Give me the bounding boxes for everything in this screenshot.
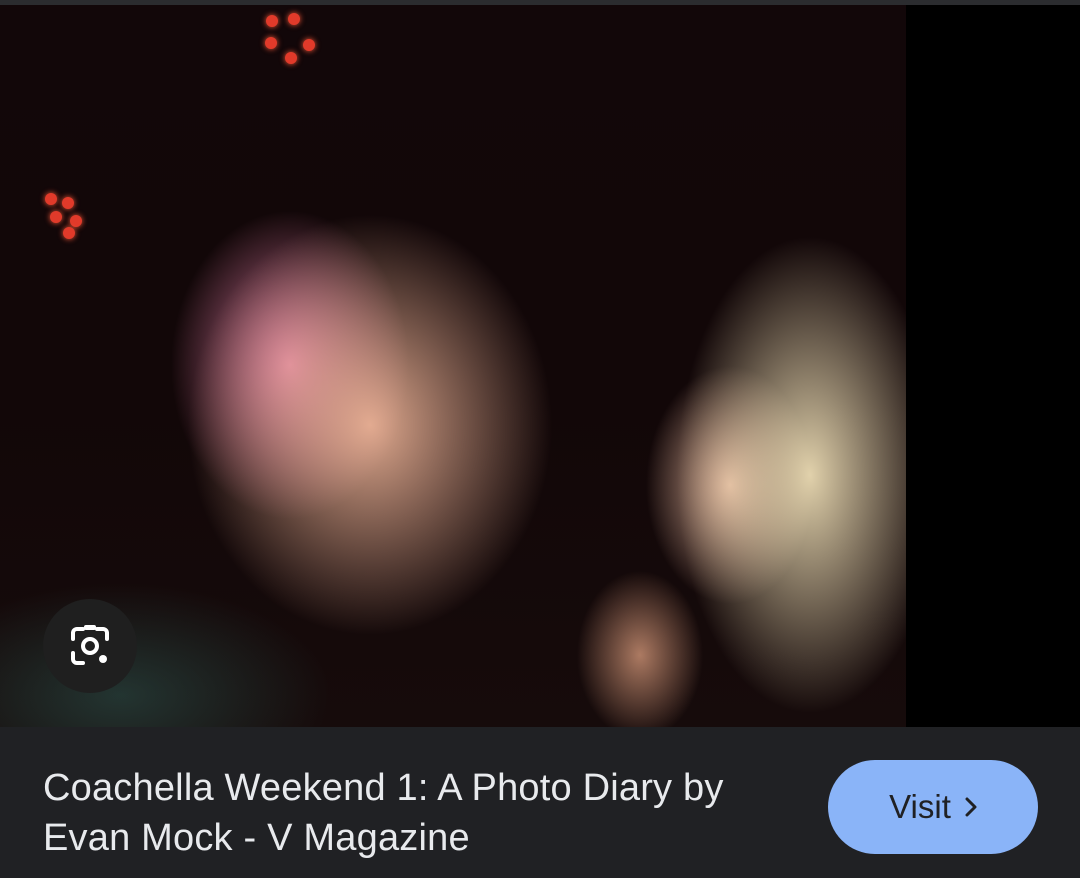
image-result-viewer: Coachella Weekend 1: A Photo Diary by Ev… <box>0 0 1080 878</box>
google-lens-icon <box>71 625 109 665</box>
stage-light <box>285 52 297 64</box>
result-photo[interactable] <box>0 5 906 727</box>
result-title[interactable]: Coachella Weekend 1: A Photo Diary by Ev… <box>43 763 783 863</box>
chevron-right-icon <box>965 797 977 817</box>
stage-light <box>303 39 315 51</box>
visit-button-label: Visit <box>889 788 951 825</box>
stage-light <box>63 227 75 239</box>
image-letterbox <box>906 5 1080 727</box>
lens-search-button[interactable] <box>43 599 137 693</box>
result-caption-bar: Coachella Weekend 1: A Photo Diary by Ev… <box>0 727 1080 878</box>
stage-light <box>45 193 57 205</box>
stage-light <box>265 37 277 49</box>
stage-light <box>50 211 62 223</box>
visit-button[interactable]: Visit <box>828 760 1038 854</box>
stage-light <box>266 15 278 27</box>
stage-light <box>70 215 82 227</box>
result-image-area[interactable] <box>0 5 1080 727</box>
stage-light <box>62 197 74 209</box>
stage-light <box>288 13 300 25</box>
